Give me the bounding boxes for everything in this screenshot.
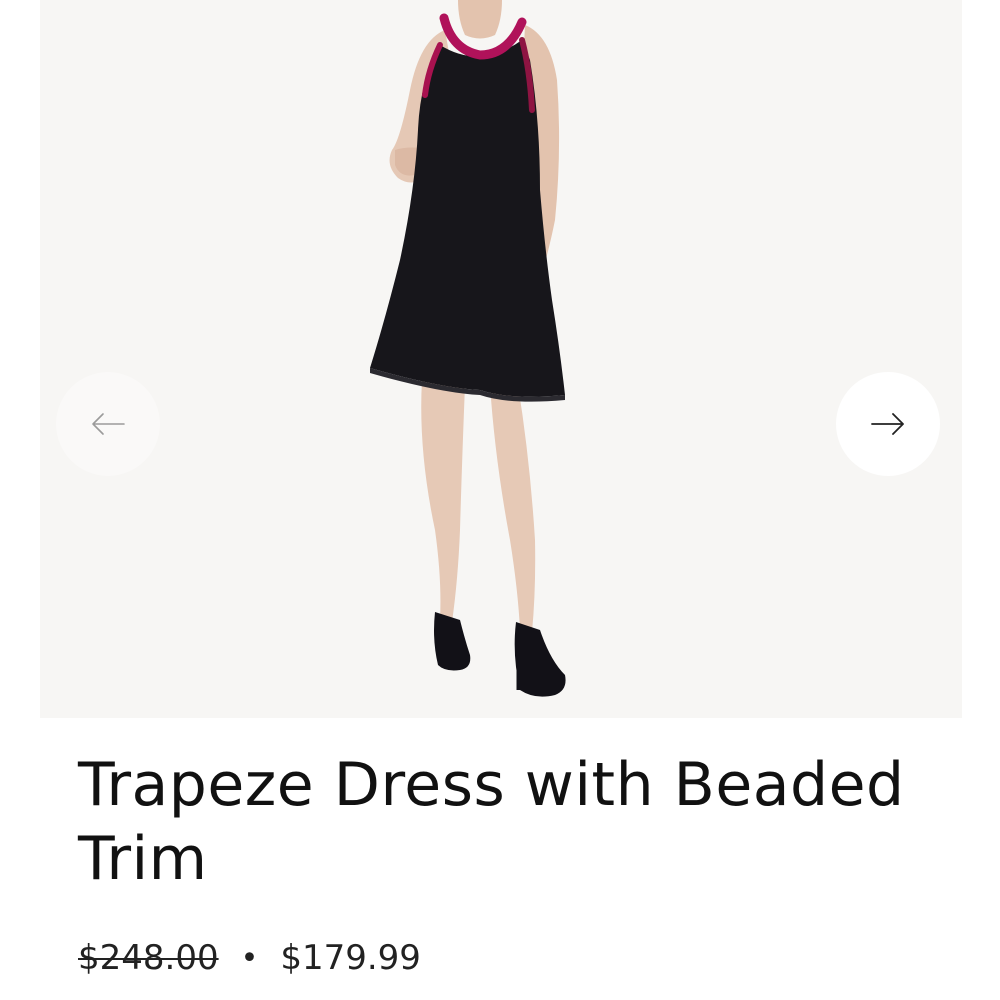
next-image-button[interactable]: [836, 372, 940, 476]
product-page: Trapeze Dress with Beaded Trim $248.00 •…: [0, 0, 1000, 1000]
sale-price: $179.99: [280, 938, 421, 978]
price-separator: •: [240, 940, 259, 976]
original-price: $248.00: [78, 938, 219, 978]
product-photo: [370, 0, 566, 697]
price-row: $248.00 • $179.99: [78, 933, 421, 983]
arrow-left-icon: [92, 413, 125, 435]
previous-image-button[interactable]: [56, 372, 160, 476]
product-title: Trapeze Dress with Beaded Trim: [78, 750, 905, 894]
product-image-gallery[interactable]: [40, 0, 962, 718]
arrow-right-icon: [871, 413, 904, 435]
